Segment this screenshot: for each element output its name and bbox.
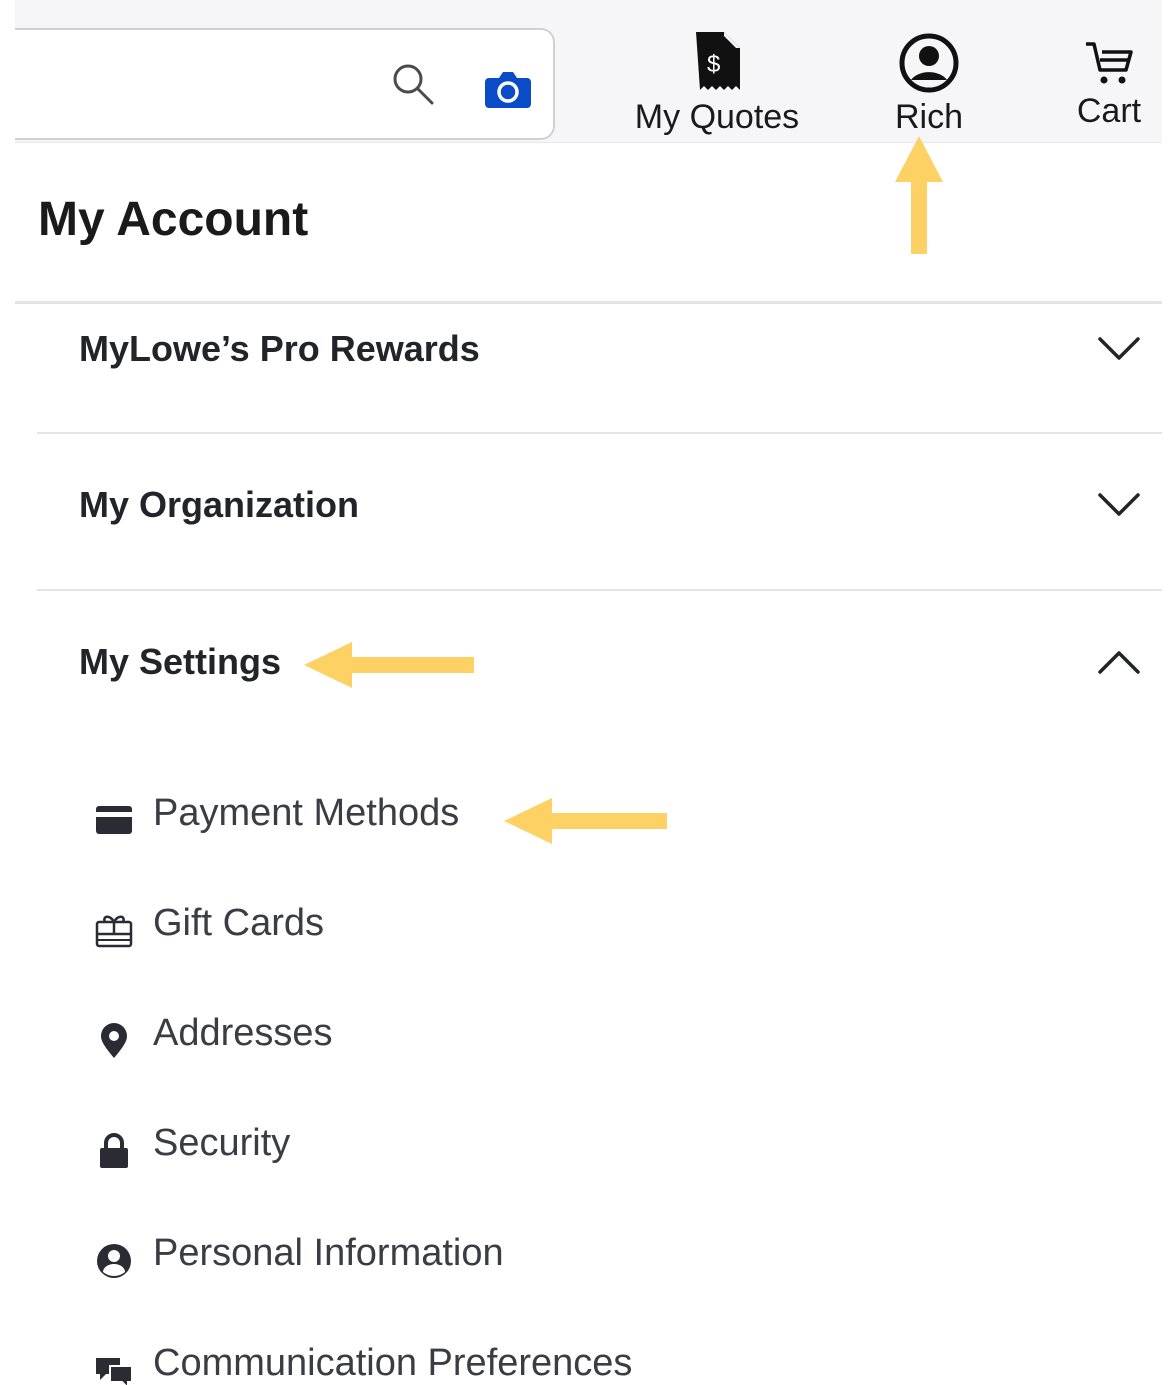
settings-item-label: Security	[153, 1122, 291, 1164]
settings-item-gift-cards[interactable]: Gift Cards	[92, 900, 792, 960]
search-input[interactable]	[15, 28, 555, 140]
settings-item-label: Communication Preferences	[153, 1342, 633, 1384]
lock-icon	[100, 1133, 128, 1168]
account-page: $ My Quotes Rich Cart My Account MyLowe’…	[0, 0, 1169, 1385]
search-icon[interactable]	[391, 62, 435, 106]
map-pin-icon	[101, 1023, 127, 1058]
settings-item-personal-information[interactable]: Personal Information	[92, 1230, 792, 1290]
annotation-arrow-up	[895, 136, 943, 254]
account-name-label: Rich	[894, 98, 964, 136]
credit-card-icon	[96, 806, 132, 834]
accordion-rewards-label: MyLowe’s Pro Rewards	[79, 328, 480, 369]
site-header: $ My Quotes Rich Cart	[15, 0, 1162, 143]
svg-text:$: $	[707, 51, 720, 78]
cart-link[interactable]: Cart	[1067, 30, 1151, 128]
page-title: My Account	[38, 193, 309, 246]
accordion-organization-label: My Organization	[79, 484, 360, 525]
settings-item-label: Gift Cards	[153, 902, 325, 944]
chevron-down-icon[interactable]	[1097, 492, 1141, 518]
my-quotes-link[interactable]: $ My Quotes	[629, 30, 805, 134]
accordion-settings-label: My Settings	[79, 641, 282, 682]
settings-item-label: Payment Methods	[153, 792, 460, 834]
chat-bubbles-icon	[96, 1358, 133, 1385]
accordion-organization[interactable]: My Organization	[37, 434, 1162, 590]
camera-icon[interactable]	[485, 68, 531, 110]
quote-document-icon: $	[696, 32, 740, 90]
chevron-up-icon[interactable]	[1097, 649, 1141, 675]
settings-item-addresses[interactable]: Addresses	[92, 1010, 792, 1070]
settings-item-security[interactable]: Security	[92, 1120, 792, 1180]
accordion-settings[interactable]: My Settings	[37, 591, 1162, 747]
settings-item-payment-methods[interactable]: Payment Methods	[92, 790, 792, 850]
user-circle-icon	[899, 33, 959, 93]
cart-icon	[1086, 42, 1133, 84]
settings-item-label: Personal Information	[153, 1232, 504, 1274]
account-menu-link[interactable]: Rich	[883, 30, 975, 134]
settings-item-communication-preferences[interactable]: Communication Preferences	[92, 1340, 792, 1385]
user-circle-icon	[97, 1244, 131, 1278]
my-quotes-label: My Quotes	[634, 98, 800, 136]
cart-label: Cart	[1076, 92, 1142, 130]
gift-card-icon	[95, 915, 133, 948]
chevron-down-icon[interactable]	[1097, 336, 1141, 362]
settings-item-label: Addresses	[153, 1012, 333, 1054]
